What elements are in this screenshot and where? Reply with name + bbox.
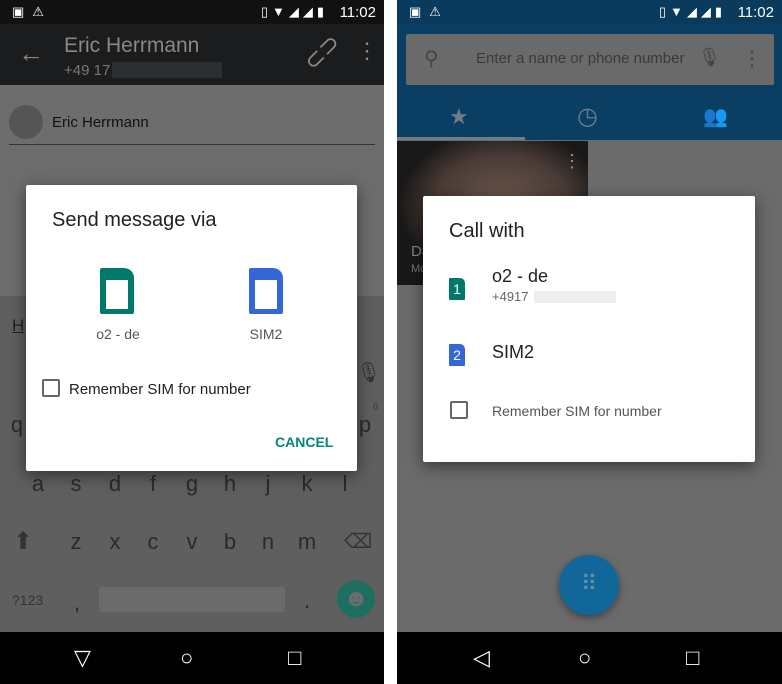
search-bar[interactable]: ⚲ Enter a name or phone number 🎙 ⋮ [406, 34, 774, 85]
key-l[interactable]: l [330, 471, 360, 497]
period-key[interactable]: . [292, 588, 322, 614]
recipient-avatar [9, 105, 43, 139]
key-h[interactable]: h [215, 471, 245, 497]
send-message-dialog: Send message via o2 - de SIM2 Remember S… [26, 185, 357, 471]
search-input[interactable]: Enter a name or phone number [476, 50, 684, 67]
key-g[interactable]: g [177, 471, 207, 497]
tile-more-icon[interactable]: ⋮ [563, 151, 581, 172]
system-icons: ▯▼◢◢▮ [658, 4, 726, 19]
clock: 11:02 [737, 4, 774, 21]
clock: 11:02 [339, 4, 376, 21]
dialog-title: Call with [449, 220, 525, 242]
sim-option-1[interactable]: 1 o2 - de +4917 [423, 262, 755, 314]
dialer-header: ⚲ Enter a name or phone number 🎙 ⋮ ★ ◷ 👥 [397, 24, 782, 140]
more-icon[interactable]: ⋮ [356, 38, 378, 64]
notification-icons: ▣⚠ [12, 4, 52, 19]
key-f[interactable]: f [138, 471, 168, 497]
key-v[interactable]: v [177, 529, 207, 555]
dialpad-icon: ⠿ [580, 571, 598, 596]
remember-sim-checkbox[interactable] [42, 379, 60, 397]
tab-contacts-people-icon[interactable]: 👥 [703, 104, 728, 129]
compose-field[interactable]: H [12, 316, 24, 336]
symbols-key[interactable]: ?123 [12, 592, 43, 608]
search-icon: ⚲ [424, 48, 439, 70]
backspace-icon[interactable]: ⌫ [344, 529, 372, 554]
nav-recents-icon[interactable]: □ [686, 645, 699, 671]
back-icon[interactable]: ← [18, 38, 44, 69]
call-with-dialog: Call with 1 o2 - de +4917 2 SIM2 Remembe… [423, 196, 755, 462]
nav-home-icon[interactable]: ○ [180, 645, 193, 671]
sim-label: SIM2 [492, 342, 535, 362]
nav-recents-icon[interactable]: □ [288, 645, 301, 671]
key-a[interactable]: a [23, 471, 53, 497]
sim-number: +4917 [492, 289, 529, 304]
key-j[interactable]: j [253, 471, 283, 497]
key-x[interactable]: x [100, 529, 130, 555]
navigation-bar: ◁ ○ □ [397, 632, 782, 684]
number-blur [112, 62, 222, 78]
key-n[interactable]: n [253, 529, 283, 555]
navigation-bar: ▽ ○ □ [0, 632, 384, 684]
system-icons: ▯▼◢◢▮ [260, 4, 328, 19]
sim-option-1[interactable]: o2 - de [86, 268, 150, 348]
dialpad-fab[interactable]: ⠿ [559, 555, 619, 615]
key-c[interactable]: c [138, 529, 168, 555]
sim-option-2[interactable]: 2 SIM2 [423, 332, 755, 376]
sim-label: o2 - de [492, 266, 549, 286]
tab-indicator [397, 137, 525, 140]
recipient-underline [9, 144, 375, 145]
conversation-number: +49 17 [64, 62, 111, 79]
key-s[interactable]: s [61, 471, 91, 497]
dialog-title: Send message via [52, 209, 217, 231]
number-blur [534, 291, 616, 303]
key-b[interactable]: b [215, 529, 245, 555]
sim-2-icon: 2 [449, 344, 465, 366]
nav-home-icon[interactable]: ○ [578, 645, 591, 671]
remember-sim-label: Remember SIM for number [69, 381, 251, 398]
nav-back-icon[interactable]: ◁ [473, 645, 490, 671]
key-k[interactable]: k [292, 471, 322, 497]
sim-option-2[interactable]: SIM2 [234, 268, 298, 348]
comma-key[interactable]: , [62, 590, 92, 616]
recipient-chip[interactable]: Eric Herrmann [52, 114, 149, 131]
more-icon[interactable]: ⋮ [742, 46, 762, 71]
toolbar: ← Eric Herrmann +49 17 ⊂⊃ ⋮ [0, 24, 384, 85]
nav-back-icon[interactable]: ▽ [74, 645, 91, 671]
shift-icon[interactable]: ⬆ [13, 527, 33, 556]
attach-icon[interactable]: ⊂⊃ [298, 28, 347, 77]
sim-label: SIM2 [249, 326, 283, 342]
status-bar: ▣⚠ ▯▼◢◢▮ 11:02 [0, 0, 384, 24]
key-m[interactable]: m [292, 529, 322, 555]
dialer-screen: ▣⚠ ▯▼◢◢▮ 11:02 ⚲ Enter a name or phone n… [397, 0, 782, 684]
voice-search-icon[interactable]: 🎙 [698, 47, 721, 68]
conversation-title: Eric Herrmann [64, 34, 200, 57]
notification-icons: ▣⚠ [409, 4, 449, 19]
mic-icon[interactable]: 🎙 [356, 360, 381, 385]
key-z[interactable]: z [61, 529, 91, 555]
sim-card-icon [100, 268, 134, 314]
tab-recents-clock-icon[interactable]: ◷ [577, 102, 598, 131]
cancel-button[interactable]: CANCEL [275, 434, 333, 450]
status-bar: ▣⚠ ▯▼◢◢▮ 11:02 [397, 0, 782, 24]
key-hint: 0 [373, 402, 379, 412]
key-d[interactable]: d [100, 471, 130, 497]
sim-1-icon: 1 [449, 278, 465, 300]
remember-sim-checkbox[interactable] [450, 401, 468, 419]
remember-sim-label: Remember SIM for number [492, 403, 662, 419]
sim-card-icon [249, 268, 283, 314]
emoji-button[interactable]: ☻ [337, 580, 375, 618]
space-bar[interactable] [99, 587, 285, 612]
sim-label: o2 - de [96, 326, 140, 342]
tab-favorites-star-icon[interactable]: ★ [449, 104, 469, 130]
messaging-screen: ▣⚠ ▯▼◢◢▮ 11:02 ← Eric Herrmann +49 17 ⊂⊃… [0, 0, 384, 684]
